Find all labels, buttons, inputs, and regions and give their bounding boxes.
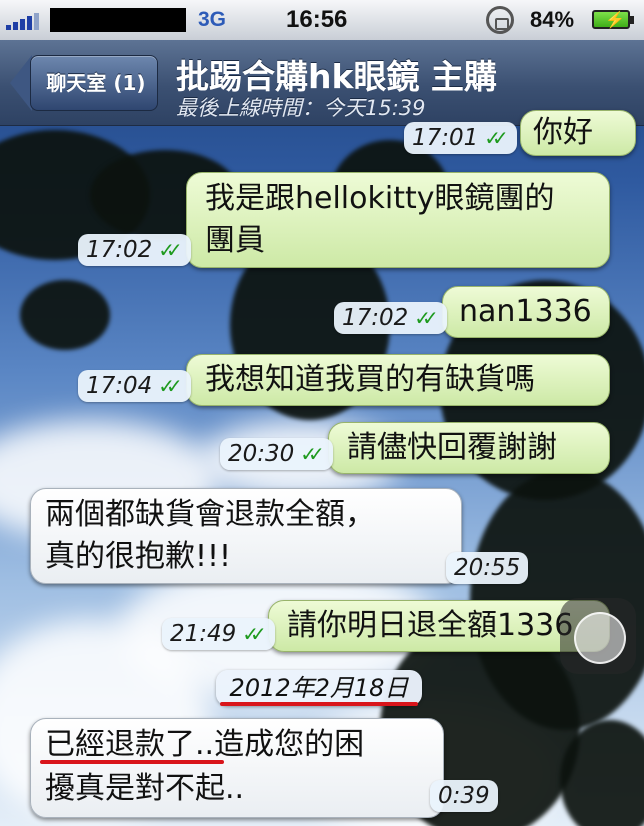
message-timestamp: 17:02 ✓✓ [334,302,447,334]
assistive-touch-button[interactable] [560,598,636,674]
timestamp-text: 20:55 [454,555,521,581]
read-ticks-icon: ✓✓ [484,126,508,150]
annotation-underline-date [220,702,418,706]
message-bubble-outgoing[interactable]: 我是跟hellokitty眼鏡團的 團員 [186,172,610,268]
timestamp-text: 17:01 [412,125,479,151]
message-text: 兩個都缺貨會退款全額， [45,497,375,532]
message-timestamp: 21:49 ✓✓ [162,618,275,650]
message-timestamp: 20:55 [446,552,529,584]
message-bubble-outgoing[interactable]: 你好 [520,110,636,156]
chat-title[interactable]: 批踢合購hk眼鏡 主購 [176,50,497,98]
message-timestamp: 17:02 ✓✓ [78,234,191,266]
message-text: 你好 [533,115,593,150]
message-text: 已經退款了..造成您的困 [45,727,365,762]
network-type: 3G [198,8,227,31]
annotation-underline-refunded [40,760,224,764]
message-bubble-outgoing[interactable]: 請你明日退全額1336 [268,600,610,652]
message-timestamp: 17:01 ✓✓ [404,122,517,154]
back-arrow-icon [10,55,32,111]
timestamp-text: 17:04 [86,373,153,399]
message-text: 請你明日退全額1336 [287,608,574,643]
message-text: 我想知道我買的有缺貨嗎 [205,362,535,397]
back-button-label: 聊天室 (1) [46,71,146,95]
message-bubble-outgoing[interactable]: 請儘快回覆謝謝 [328,422,610,474]
read-ticks-icon: ✓✓ [300,442,324,466]
message-bubble-outgoing[interactable]: 我想知道我買的有缺貨嗎 [186,354,610,406]
read-ticks-icon: ✓✓ [242,622,266,646]
status-bar: 3G 16:56 84% ⚡ [0,0,644,40]
message-text: nan1336 [459,294,592,329]
message-text: 真的很抱歉!!! [45,539,232,574]
message-text: 團員 [205,223,265,258]
read-ticks-icon: ✓✓ [414,306,438,330]
battery-percentage: 84% [530,7,575,32]
last-seen-status: 最後上線時間：今天15:39 [176,96,426,120]
timestamp-text: 0:39 [438,783,490,809]
read-ticks-icon: ✓✓ [158,374,182,398]
timestamp-text: 21:49 [170,621,237,647]
message-bubble-incoming[interactable]: 已經退款了..造成您的困 擾真是對不起.. [30,718,444,818]
message-timestamp: 17:04 ✓✓ [78,370,191,402]
date-divider: 2012年2月18日 [216,670,422,706]
signal-strength-icon [6,13,39,30]
message-text: 我是跟hellokitty眼鏡團的 [205,181,555,216]
message-text: 擾真是對不起.. [45,771,245,806]
message-timestamp: 0:39 [430,780,498,812]
timestamp-text: 17:02 [342,305,409,331]
back-button[interactable]: 聊天室 (1) [10,55,158,111]
rotation-lock-icon [486,6,514,34]
timestamp-text: 20:30 [228,441,295,467]
battery-charging-icon: ⚡ [592,10,634,29]
message-bubble-incoming[interactable]: 兩個都缺貨會退款全額， 真的很抱歉!!! [30,488,462,584]
read-ticks-icon: ✓✓ [158,238,182,262]
timestamp-text: 17:02 [86,237,153,263]
message-bubble-outgoing[interactable]: nan1336 [442,286,610,338]
carrier-name-redacted [50,8,186,32]
message-text: 請儘快回覆謝謝 [347,430,557,465]
status-time: 16:56 [286,6,348,33]
message-timestamp: 20:30 ✓✓ [220,438,333,470]
